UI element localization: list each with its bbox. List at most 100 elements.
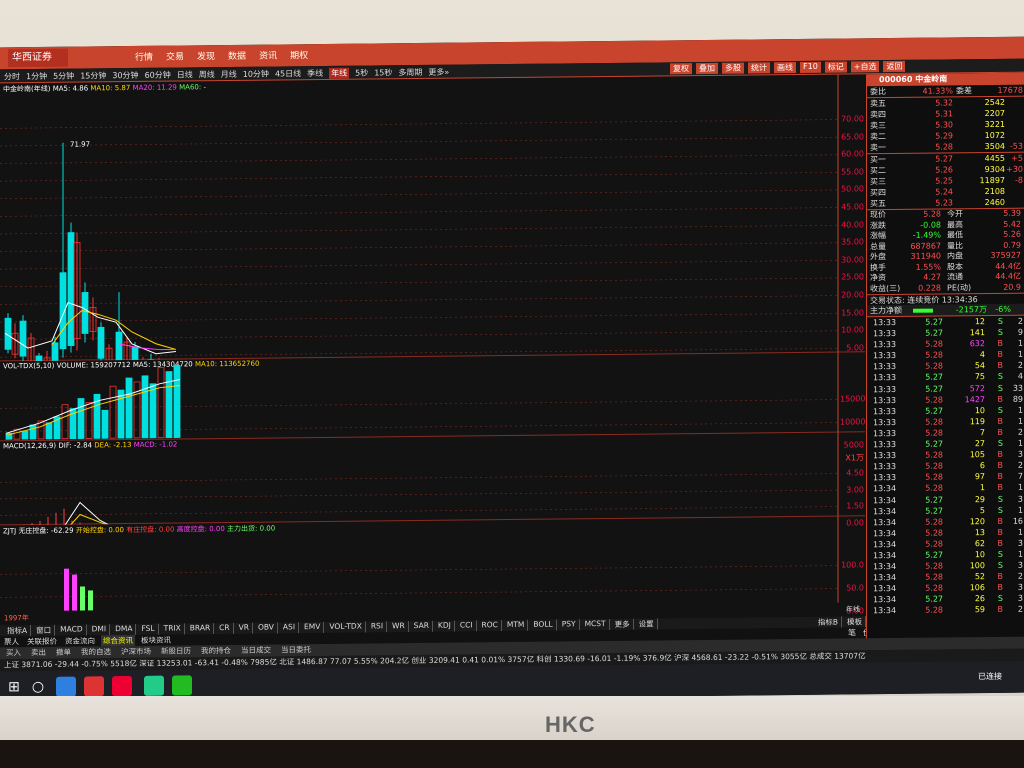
period-tab-7[interactable]: 周线 bbox=[199, 69, 215, 80]
period-tab-4[interactable]: 30分钟 bbox=[112, 70, 138, 81]
func-item-6[interactable]: 我的持仓 bbox=[201, 645, 231, 657]
menu-item-4[interactable]: 资讯 bbox=[259, 48, 277, 61]
period-tab-11[interactable]: 季线 bbox=[307, 68, 323, 79]
wechat-icon[interactable] bbox=[172, 675, 192, 696]
info-tab-2[interactable]: 资金流向 bbox=[63, 635, 97, 646]
volume-panel[interactable]: VOL-TDX(5,10) VOLUME: 159207712 MA5: 134… bbox=[0, 352, 865, 463]
indicator-tab-4[interactable]: DMA bbox=[112, 623, 137, 636]
period-tab-12[interactable]: 年线 bbox=[329, 67, 350, 79]
func-item-1[interactable]: 卖出 bbox=[31, 647, 46, 659]
stat-key2: 最高 bbox=[947, 219, 963, 229]
period-tab-16[interactable]: 更多» bbox=[428, 67, 449, 78]
indicator-tab-14[interactable]: RSI bbox=[367, 621, 388, 633]
period-tab-2[interactable]: 5分钟 bbox=[53, 71, 74, 82]
period-tab-8[interactable]: 月线 bbox=[221, 69, 237, 80]
indicator-tab-17[interactable]: KDJ bbox=[434, 620, 455, 632]
tick-volume: 105 bbox=[969, 450, 985, 460]
info-tab-3[interactable]: 综合资讯 bbox=[101, 634, 135, 647]
indicator-tab-21[interactable]: BOLL bbox=[530, 619, 557, 631]
indicator-tab-11[interactable]: ASI bbox=[279, 622, 300, 634]
tool-button-4[interactable]: 画线 bbox=[774, 62, 796, 74]
indicator-tab-25[interactable]: 设置 bbox=[635, 618, 658, 630]
indicator-tab-9[interactable]: VR bbox=[235, 622, 253, 634]
func-item-0[interactable]: 买入 bbox=[6, 647, 21, 659]
indicator-right-tab-1[interactable]: 模板 bbox=[844, 616, 866, 628]
macd-panel[interactable]: MACD(12,26,9) DIF: -2.84 DEA: -2.13 MACD… bbox=[0, 432, 865, 527]
tool-button-1[interactable]: 叠加 bbox=[696, 62, 718, 75]
menu-item-3[interactable]: 数据 bbox=[228, 49, 246, 62]
func-item-3[interactable]: 我的自选 bbox=[81, 646, 111, 658]
app-icon-red2[interactable] bbox=[112, 675, 132, 697]
period-tab-6[interactable]: 日线 bbox=[177, 69, 193, 80]
zjtj-panel[interactable]: ZJTJ 无庄控盘: -62.29 开始控盘: 0.00 有庄控盘: 0.00 … bbox=[0, 516, 865, 616]
tick-list[interactable]: 13:33 5.27 12 S 2 13:33 5.27 141 S 9 13:33 5.28 632 B… bbox=[867, 314, 1024, 617]
app-icon-red[interactable] bbox=[84, 676, 104, 697]
zjtj-axis: 100.0 50.0 0.00 bbox=[840, 516, 864, 615]
indicator-tab-6[interactable]: TRIX bbox=[160, 623, 185, 635]
sell-row[interactable]: 卖一 5.28 3504 -53 bbox=[867, 141, 1024, 154]
tool-button-3[interactable]: 统计 bbox=[748, 62, 770, 74]
indicator-tab-22[interactable]: PSY bbox=[558, 619, 580, 631]
indicator-tab-16[interactable]: SAR bbox=[410, 620, 433, 633]
tick-count: 3 bbox=[1017, 582, 1023, 592]
indicator-tab-18[interactable]: CCI bbox=[456, 620, 477, 632]
price-axis: 70.00 65.00 60.00 55.00 50.00 45.00 40.00 35.00… bbox=[840, 74, 864, 352]
menu-item-5[interactable]: 期权 bbox=[290, 48, 308, 61]
info-tab-1[interactable]: 关联报价 bbox=[25, 636, 59, 647]
volume-bar bbox=[117, 389, 125, 439]
quote-tab-0[interactable]: 笔 bbox=[848, 627, 856, 638]
menu-item-1[interactable]: 交易 bbox=[166, 49, 184, 62]
func-item-7[interactable]: 当日成交 bbox=[241, 645, 271, 657]
period-tab-1[interactable]: 1分钟 bbox=[26, 71, 47, 82]
kline-panel[interactable]: 中金岭南(年线) MA5: 4.86 MA10: 5.87 MA20: 11.2… bbox=[0, 74, 865, 362]
func-item-4[interactable]: 沪深市场 bbox=[121, 646, 151, 658]
tick-time: 13:33 bbox=[873, 329, 897, 339]
candle-body bbox=[19, 320, 27, 357]
func-item-5[interactable]: 新股日历 bbox=[161, 645, 191, 657]
indicator-tab-2[interactable]: MACD bbox=[57, 624, 87, 636]
buy-row[interactable]: 买五 5.23 2460 bbox=[867, 197, 1024, 210]
indicator-tab-8[interactable]: CR bbox=[216, 622, 234, 635]
tool-button-8[interactable]: 返回 bbox=[883, 60, 906, 73]
func-item-2[interactable]: 撤单 bbox=[56, 647, 71, 659]
indicator-tab-1[interactable]: 窗口 bbox=[33, 624, 56, 637]
indicator-tab-13[interactable]: VOL-TDX bbox=[326, 621, 366, 633]
func-item-8[interactable]: 当日委托 bbox=[281, 644, 311, 656]
indicator-tab-0[interactable]: 指标A bbox=[4, 625, 32, 637]
tool-button-7[interactable]: +自选 bbox=[850, 61, 880, 73]
indicator-tab-15[interactable]: WR bbox=[389, 621, 409, 633]
tool-button-5[interactable]: F10 bbox=[800, 61, 821, 73]
info-tab-4[interactable]: 板块资讯 bbox=[139, 635, 173, 646]
tool-button-6[interactable]: 标记 bbox=[824, 61, 847, 73]
windows-start-icon[interactable]: ⊞ bbox=[4, 677, 24, 697]
indicator-tab-10[interactable]: OBV bbox=[254, 622, 278, 634]
period-tab-5[interactable]: 60分钟 bbox=[145, 70, 171, 81]
period-tab-15[interactable]: 多周期 bbox=[398, 67, 422, 78]
indicator-tab-5[interactable]: FSL bbox=[138, 623, 159, 635]
period-tab-13[interactable]: 5秒 bbox=[355, 68, 368, 79]
period-tab-3[interactable]: 15分钟 bbox=[80, 70, 106, 81]
indicator-right-tab-0[interactable]: 指标B bbox=[814, 616, 842, 628]
period-tab-10[interactable]: 45日线 bbox=[275, 68, 301, 79]
indicator-tab-7[interactable]: BRAR bbox=[186, 623, 215, 635]
period-tab-9[interactable]: 10分钟 bbox=[243, 69, 269, 80]
indicator-tab-24[interactable]: 更多 bbox=[611, 618, 634, 630]
tick-price: 5.27 bbox=[925, 506, 943, 516]
app-icon-blue[interactable] bbox=[56, 676, 76, 697]
indicator-tab-3[interactable]: DMI bbox=[88, 624, 111, 636]
period-tab-14[interactable]: 15秒 bbox=[374, 67, 392, 78]
indicator-tab-19[interactable]: ROC bbox=[478, 620, 502, 632]
indicator-tab-12[interactable]: EMV bbox=[301, 621, 325, 634]
connection-status: 已连接 bbox=[978, 671, 1002, 682]
search-icon[interactable]: ○ bbox=[28, 677, 48, 697]
period-tab-0[interactable]: 分时 bbox=[4, 71, 20, 82]
volume-chart bbox=[0, 352, 839, 442]
tool-button-0[interactable]: 复权 bbox=[670, 63, 692, 75]
menu-item-2[interactable]: 发现 bbox=[197, 49, 215, 62]
indicator-tab-20[interactable]: MTM bbox=[503, 619, 529, 632]
app-icon-green[interactable] bbox=[144, 675, 164, 696]
indicator-tab-23[interactable]: MCST bbox=[581, 618, 610, 631]
tool-button-2[interactable]: 多股 bbox=[722, 62, 744, 74]
info-tab-0[interactable]: 票人 bbox=[2, 636, 21, 647]
menu-item-0[interactable]: 行情 bbox=[135, 50, 153, 63]
